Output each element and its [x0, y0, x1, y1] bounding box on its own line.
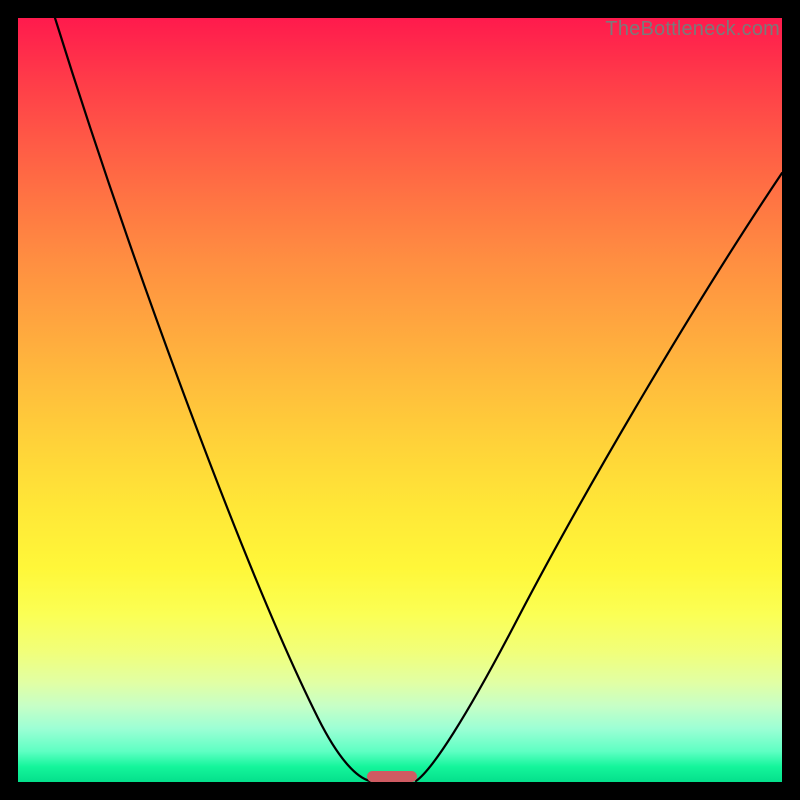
watermark-text: TheBottleneck.com [605, 18, 780, 41]
curve-right [416, 173, 782, 781]
optimum-marker [367, 771, 417, 782]
chart-frame: TheBottleneck.com [18, 18, 782, 782]
curve-left [55, 18, 370, 781]
bottleneck-curves [18, 18, 782, 782]
